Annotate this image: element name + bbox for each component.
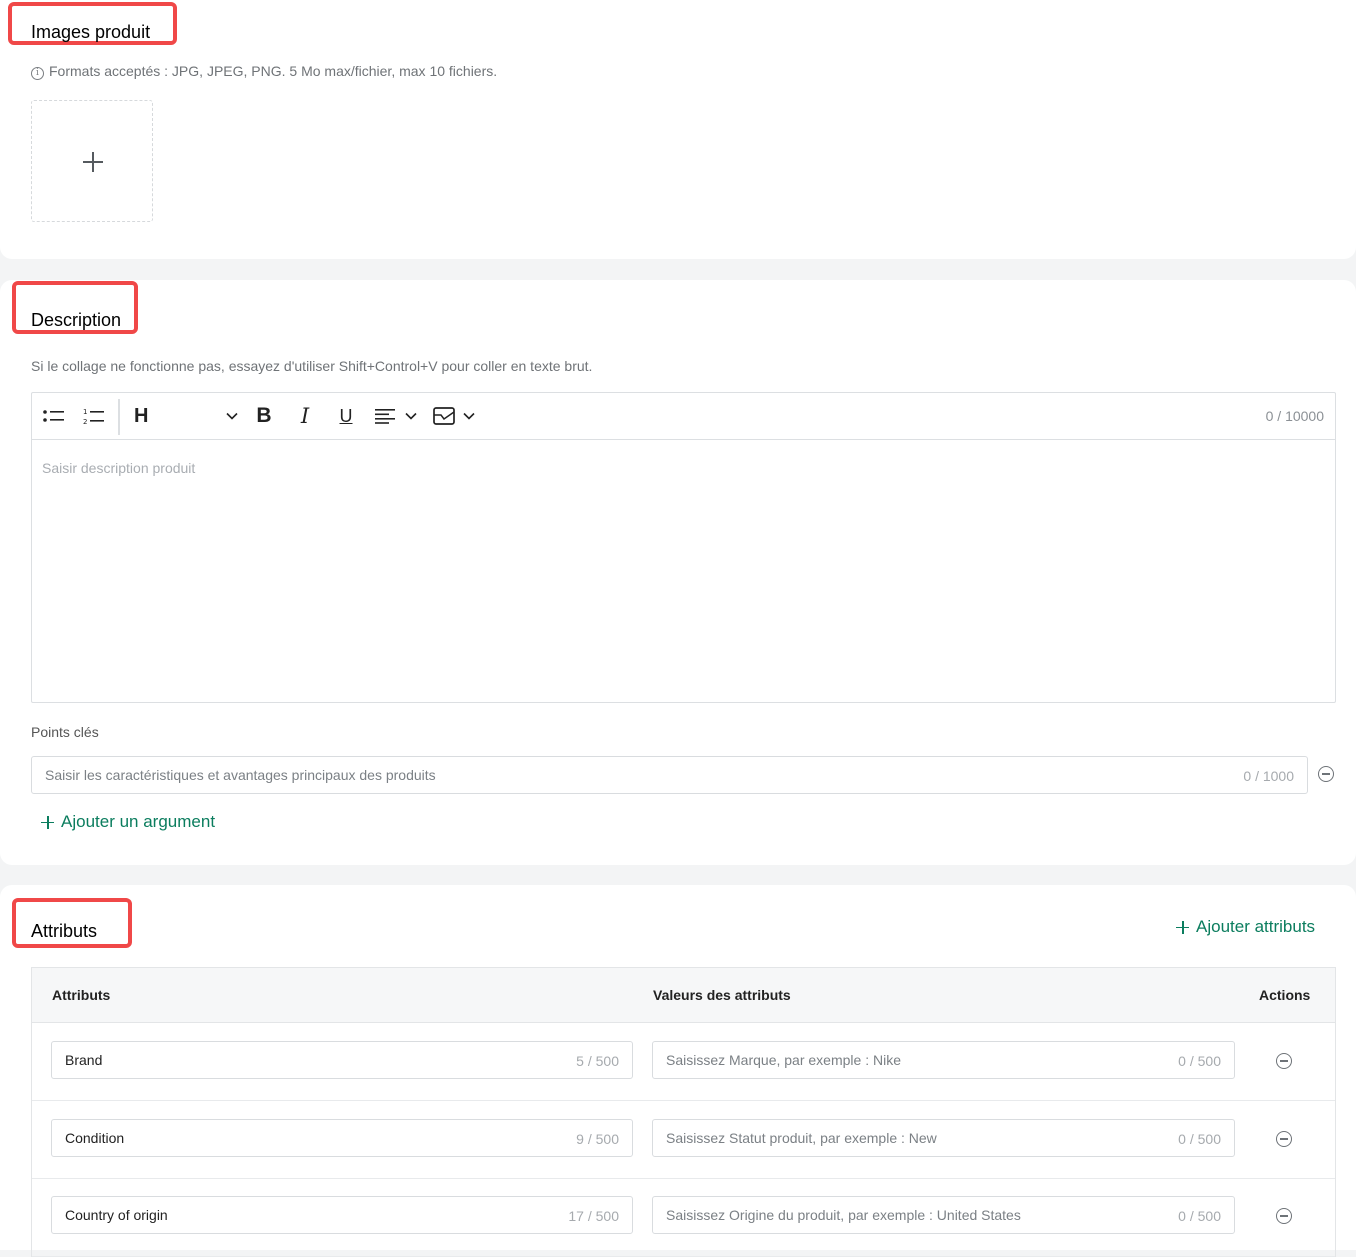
key-point-input[interactable]: Saisir les caractéristiques et avantages… xyxy=(31,756,1308,794)
attribute-name-input[interactable]: Country of origin 17 / 500 xyxy=(51,1196,633,1234)
chevron-down-icon xyxy=(405,412,417,420)
images-section: Images produit i Formats acceptés : JPG, … xyxy=(0,0,1356,259)
attribute-value-counter: 0 / 500 xyxy=(1178,1053,1221,1069)
add-argument-button[interactable]: Ajouter un argument xyxy=(41,812,215,832)
column-header-actions: Actions xyxy=(1259,987,1311,1003)
bullet-list-button[interactable] xyxy=(38,393,70,439)
bold-button[interactable]: B xyxy=(252,393,276,439)
description-section-title: Description xyxy=(12,281,138,334)
table-header: Attributs Valeurs des attributs Actions xyxy=(32,968,1335,1023)
chevron-down-icon xyxy=(226,412,238,420)
remove-attribute-icon[interactable] xyxy=(1276,1131,1292,1147)
description-section: Description Si le collage ne fonctionne … xyxy=(0,280,1356,865)
images-section-title: Images produit xyxy=(8,2,177,45)
info-icon: i xyxy=(31,67,44,80)
column-header-attributes: Attributs xyxy=(52,987,111,1003)
attribute-name-counter: 5 / 500 xyxy=(576,1053,619,1069)
attribute-value-input[interactable]: Saisissez Marque, par exemple : Nike 0 /… xyxy=(652,1041,1235,1079)
table-row: Brand 5 / 500 Saisissez Marque, par exem… xyxy=(32,1022,1335,1101)
attribute-value-counter: 0 / 500 xyxy=(1178,1208,1221,1224)
attribute-name-input[interactable]: Brand 5 / 500 xyxy=(51,1041,633,1079)
attributes-section: Attributs Ajouter attributs Attributs Va… xyxy=(0,885,1356,1257)
image-upload-button[interactable] xyxy=(31,100,153,222)
chevron-down-icon xyxy=(463,412,475,420)
attribute-value-placeholder: Saisissez Statut produit, par exemple : … xyxy=(666,1130,937,1146)
remove-attribute-icon[interactable] xyxy=(1276,1053,1292,1069)
key-points-label: Points clés xyxy=(31,724,99,740)
table-row: Country of origin 17 / 500 Saisissez Ori… xyxy=(32,1178,1335,1257)
add-attributes-label: Ajouter attributs xyxy=(1196,917,1316,936)
paste-hint: Si le collage ne fonctionne pas, essayez… xyxy=(31,358,593,374)
attribute-name-value: Country of origin xyxy=(65,1207,168,1223)
attributes-table: Attributs Valeurs des attributs Actions … xyxy=(31,967,1336,1257)
rich-text-editor: 1 2 H B I U 0 / 10000 Saisir description… xyxy=(31,392,1336,703)
image-insert-dropdown[interactable] xyxy=(433,393,479,439)
remove-key-point-icon[interactable] xyxy=(1318,766,1334,782)
attribute-value-input[interactable]: Saisissez Statut produit, par exemple : … xyxy=(652,1119,1235,1157)
remove-attribute-icon[interactable] xyxy=(1276,1208,1292,1224)
italic-icon: I xyxy=(300,404,310,428)
plus-icon xyxy=(1176,920,1189,934)
italic-button[interactable]: I xyxy=(293,393,317,439)
key-point-placeholder: Saisir les caractéristiques et avantages… xyxy=(45,767,436,783)
add-attributes-button[interactable]: Ajouter attributs xyxy=(1176,917,1315,937)
attribute-name-counter: 9 / 500 xyxy=(576,1131,619,1147)
svg-text:1: 1 xyxy=(83,408,87,416)
attribute-value-placeholder: Saisissez Marque, par exemple : Nike xyxy=(666,1052,901,1068)
images-hint-text: Formats acceptés : JPG, JPEG, PNG. 5 Mo … xyxy=(49,63,498,79)
align-left-icon xyxy=(375,409,395,424)
image-icon xyxy=(433,407,455,425)
editor-content-area[interactable]: Saisir description produit xyxy=(42,460,195,476)
underline-icon: U xyxy=(339,405,353,426)
key-point-counter: 0 / 1000 xyxy=(1243,768,1294,784)
plus-icon xyxy=(83,152,103,172)
heading-label: H xyxy=(134,404,149,427)
attribute-value-placeholder: Saisissez Origine du produit, par exempl… xyxy=(666,1207,1021,1223)
heading-dropdown[interactable]: H xyxy=(130,393,238,439)
editor-char-counter: 0 / 10000 xyxy=(1265,408,1324,424)
images-format-hint: i Formats acceptés : JPG, JPEG, PNG. 5 Mo… xyxy=(31,63,497,80)
align-dropdown[interactable] xyxy=(375,393,419,439)
attribute-value-counter: 0 / 500 xyxy=(1178,1131,1221,1147)
bullet-list-icon xyxy=(43,410,64,422)
underline-button[interactable]: U xyxy=(334,393,358,439)
toolbar-divider xyxy=(118,399,120,435)
attribute-name-counter: 17 / 500 xyxy=(568,1208,619,1224)
attribute-name-input[interactable]: Condition 9 / 500 xyxy=(51,1119,633,1157)
plus-icon xyxy=(41,815,54,829)
attribute-name-value: Condition xyxy=(65,1130,125,1146)
numbered-list-button[interactable]: 1 2 xyxy=(78,393,110,439)
editor-toolbar: 1 2 H B I U 0 / 10000 xyxy=(32,393,1335,440)
bold-icon: B xyxy=(256,404,272,427)
table-row: Condition 9 / 500 Saisissez Statut produ… xyxy=(32,1100,1335,1179)
svg-text:2: 2 xyxy=(83,418,87,425)
attributes-section-title: Attributs xyxy=(12,898,132,948)
numbered-list-icon: 1 2 xyxy=(83,408,104,425)
column-header-values: Valeurs des attributs xyxy=(653,987,791,1003)
attribute-name-value: Brand xyxy=(65,1052,103,1068)
add-argument-label: Ajouter un argument xyxy=(61,812,216,831)
attribute-value-input[interactable]: Saisissez Origine du produit, par exempl… xyxy=(652,1196,1235,1234)
